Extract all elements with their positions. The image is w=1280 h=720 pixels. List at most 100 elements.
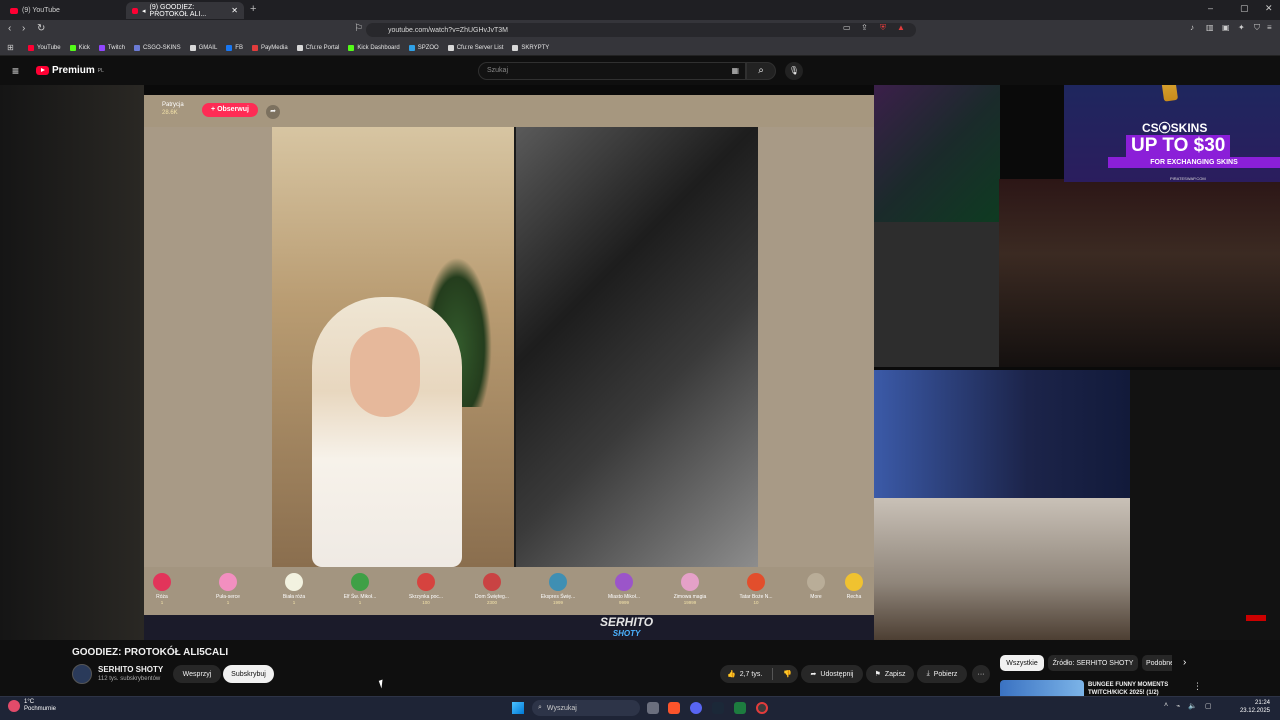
windows-start-icon[interactable]	[512, 702, 524, 714]
share-label: Udostępnij	[820, 670, 854, 678]
youtube-play-icon	[36, 66, 49, 75]
forward-icon[interactable]: ›	[22, 23, 25, 34]
chip-similar[interactable]: Podobne	[1142, 655, 1172, 671]
share-button[interactable]: ➦ Udostępnij	[801, 665, 863, 683]
rewards-icon[interactable]: ▲	[897, 23, 905, 32]
channel-name[interactable]: SERHITO SHOTY	[98, 665, 163, 674]
bookmark-kick[interactable]: Kick	[69, 44, 90, 51]
address-bar[interactable]: youtube.com/watch?v=ZhUGHvJvT3M	[366, 23, 916, 37]
taskbar-search[interactable]: ⌕ Wyszukaj	[532, 700, 640, 716]
gift-item: Dom Święteg... 2300	[462, 573, 522, 605]
gift-item: Skrzynka poc... 100	[396, 573, 456, 605]
maximize-button[interactable]: ▢	[1240, 3, 1249, 14]
bookmark-spzoo[interactable]: SPZOO	[408, 44, 439, 51]
paymedia-icon	[251, 44, 258, 51]
vpn-icon[interactable]: ⛉	[1254, 23, 1260, 33]
video-player[interactable]: Patrycja 28.6K + Obserwuj ➦ Róża 1 Puła-s…	[0, 85, 1280, 640]
bookmarks-bar: YouTube Kick Twitch CSGO-SKINS GMAIL FB …	[0, 40, 1280, 56]
gift-item: Miasto Mikoł... 9999	[594, 573, 654, 605]
voice-search-button[interactable]: 🎙	[785, 62, 803, 80]
excel-icon[interactable]	[734, 702, 746, 714]
search-button[interactable]: ⌕	[746, 62, 776, 80]
close-window-button[interactable]: ✕	[1265, 3, 1273, 14]
tiktok-username: Patrycja	[162, 102, 184, 108]
wallet-icon[interactable]: ▣	[1222, 23, 1230, 32]
bookmark-skrypty[interactable]: SKRYPTY	[512, 44, 549, 51]
search-input[interactable]: Szukaj ▦	[478, 62, 746, 80]
minimize-button[interactable]: –	[1208, 3, 1213, 13]
clock[interactable]: 21:24 23.12.2025	[1236, 699, 1270, 715]
chevron-up-icon[interactable]: ˄	[1164, 702, 1168, 710]
keyboard-icon[interactable]: ▦	[731, 66, 739, 75]
share-page-icon[interactable]: ⇪	[861, 23, 868, 32]
thumbs-down-icon[interactable]: 👎	[783, 670, 792, 678]
ad-url: PIRATESWAP.COM	[1170, 176, 1206, 181]
bookmark-cfure-portal[interactable]: Cfu:re Portal	[296, 44, 339, 51]
download-button[interactable]: ⤓ Pobierz	[917, 665, 967, 683]
notifications-icon[interactable]: ▢	[1205, 702, 1212, 710]
chevron-right-icon[interactable]: ›	[1183, 657, 1186, 668]
youtube-logo[interactable]: Premium PL	[36, 65, 104, 76]
bookmark-cfure-server-list[interactable]: Cfu:re Server List	[447, 44, 503, 51]
brave-browser-icon[interactable]	[668, 702, 680, 714]
cfure-icon	[296, 44, 303, 51]
volume-icon[interactable]: 🔈	[1188, 702, 1197, 710]
microphone-icon: 🎙	[788, 66, 800, 75]
obs-icon[interactable]	[756, 702, 768, 714]
tab-close-icon[interactable]: ✕	[231, 6, 238, 15]
more-actions-button[interactable]: ···	[972, 665, 990, 683]
channel-avatar[interactable]	[72, 664, 92, 684]
menu-icon[interactable]: ≡	[1267, 23, 1272, 32]
tab-youtube[interactable]: (9) YouTube	[4, 2, 124, 19]
weather-widget[interactable]: 1°C Pochmurnie	[8, 699, 56, 713]
network-icon[interactable]: ⌁	[1176, 702, 1180, 710]
sidebar-toggle-icon[interactable]: ▥	[1206, 23, 1214, 32]
webcam-2-main	[999, 179, 1280, 367]
stream-camera-right	[516, 127, 758, 567]
bookmark-fb[interactable]: FB	[226, 44, 243, 51]
save-button[interactable]: ⚑ Zapisz	[866, 665, 914, 683]
cast-icon[interactable]: ▭	[843, 23, 851, 32]
gift-icon	[153, 573, 171, 591]
bookmark-icon: ⚑	[874, 671, 881, 678]
apps-grid-icon[interactable]: ⊞	[7, 43, 14, 52]
temperature: 1°C	[24, 699, 35, 705]
bookmark-paymedia[interactable]: PayMedia	[251, 44, 288, 51]
bookmark-youtube[interactable]: YouTube	[28, 44, 61, 51]
windows-taskbar	[0, 696, 1280, 720]
bookmark-gmail[interactable]: GMAIL	[189, 44, 217, 51]
audio-icon: ◂	[142, 7, 146, 15]
tab-video-active[interactable]: ◂ (9) GOODIEZ: PROTOKÓŁ ALI... ✕	[126, 2, 244, 19]
task-view-icon[interactable]	[647, 702, 659, 714]
time: 21:24	[1254, 700, 1270, 706]
bookmark-twitch[interactable]: Twitch	[98, 44, 125, 51]
like-dislike-group[interactable]: 👍 2,7 tys. 👎	[720, 665, 798, 683]
subscribe-button[interactable]: Subskrybuj	[223, 665, 274, 683]
new-tab-button[interactable]: +	[250, 3, 256, 15]
bookmark-page-icon[interactable]: ⚐	[354, 23, 363, 34]
chip-all[interactable]: Wszystkie	[1000, 655, 1044, 671]
gift-icon	[417, 573, 435, 591]
extensions-icon[interactable]: ✦	[1238, 23, 1245, 32]
recommended-title[interactable]: BUNGEE FUNNY MOMENTS TWITCH/KICK 2025! (…	[1088, 681, 1188, 697]
chip-source-channel[interactable]: Źródło: SERHITO SHOTY	[1048, 655, 1138, 671]
reload-icon[interactable]: ↻	[37, 23, 45, 34]
bookmark-csgo-skins[interactable]: CSGO-SKINS	[133, 44, 181, 51]
brave-shield-icon[interactable]: ⛨	[880, 23, 886, 33]
discord-icon[interactable]	[690, 702, 702, 714]
hamburger-menu-icon[interactable]: ≡	[12, 64, 19, 78]
back-icon[interactable]: ‹	[8, 23, 11, 34]
thumbs-up-icon[interactable]: 👍	[727, 670, 736, 678]
url-text: youtube.com/watch?v=ZhUGHvJvT3M	[388, 26, 509, 34]
twitch-icon	[98, 44, 105, 51]
support-button[interactable]: Wesprzyj	[173, 665, 221, 683]
bookmark-kick-dashboard[interactable]: Kick Dashboard	[348, 44, 400, 51]
music-icon[interactable]: ♪	[1190, 23, 1194, 32]
download-label: Pobierz	[933, 670, 958, 678]
steam-icon[interactable]	[712, 702, 724, 714]
youtube-icon	[28, 44, 34, 51]
kick-icon	[69, 44, 76, 51]
globe-icon	[189, 44, 196, 51]
kebab-menu-icon[interactable]: ⋮	[1193, 681, 1202, 692]
search-icon: ⌕	[758, 65, 764, 76]
